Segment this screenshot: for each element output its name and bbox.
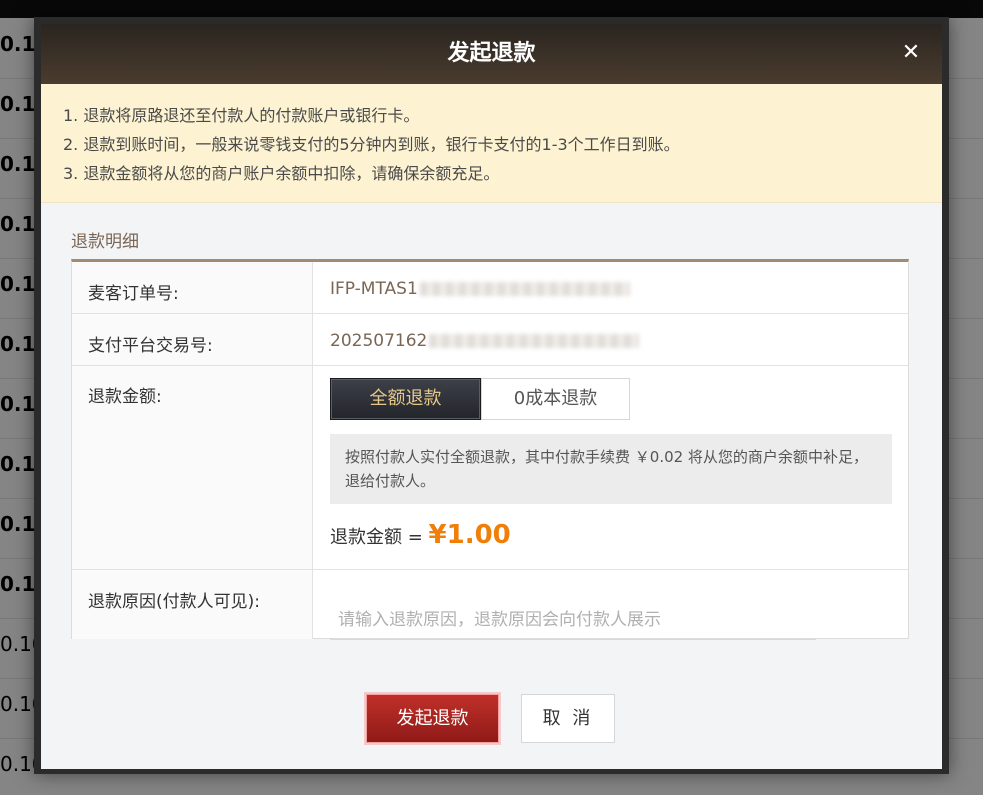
refund-amount-prefix: 退款金额 =	[330, 527, 429, 548]
refund-reason-input[interactable]	[330, 609, 816, 640]
dialog-title: 发起退款	[447, 41, 536, 66]
cancel-button[interactable]: 取 消	[521, 694, 615, 743]
row-divider	[72, 313, 908, 314]
refund-type-toggle: 全额退款 0成本退款	[330, 378, 630, 420]
order-number-label: 麦客订单号:	[88, 284, 179, 304]
refund-amount-label: 退款金额:	[88, 387, 162, 407]
close-icon[interactable]: ✕	[898, 40, 924, 66]
label-column	[72, 262, 312, 639]
notice-line: 3. 退款金额将从您的商户账户余额中扣除，请确保余额充足。	[63, 164, 500, 183]
refund-notice: 1. 退款将原路退还至付款人的付款账户或银行卡。 2. 退款到账时间，一般来说零…	[41, 84, 942, 203]
refund-amount-summary: 退款金额 = ¥1.00	[330, 520, 511, 550]
refund-reason-label: 退款原因(付款人可见):	[88, 592, 260, 612]
transaction-number-label: 支付平台交易号:	[88, 336, 213, 356]
column-divider	[312, 262, 313, 639]
refund-amount-value: ¥1.00	[428, 520, 511, 550]
refund-detail-table: 麦客订单号: IFP-MTAS1 支付平台交易号: 202507162 退款金额…	[71, 259, 909, 640]
order-number-value: IFP-MTAS1	[330, 279, 630, 299]
order-number-text: IFP-MTAS1	[330, 279, 418, 299]
transaction-number-text: 202507162	[330, 331, 428, 351]
redacted-text	[429, 334, 640, 348]
section-title: 退款明细	[71, 232, 139, 252]
refund-dialog: 发起退款 ✕ 1. 退款将原路退还至付款人的付款账户或银行卡。 2. 退款到账时…	[34, 17, 949, 774]
full-refund-button[interactable]: 全额退款	[330, 378, 481, 420]
zero-cost-refund-button[interactable]: 0成本退款	[481, 378, 630, 420]
notice-line: 1. 退款将原路退还至付款人的付款账户或银行卡。	[63, 106, 420, 125]
transaction-number-value: 202507162	[330, 331, 640, 351]
dialog-header: 发起退款 ✕	[41, 24, 942, 84]
row-divider	[72, 569, 908, 570]
notice-line: 2. 退款到账时间，一般来说零钱支付的5分钟内到账，银行卡支付的1-3个工作日到…	[63, 135, 680, 154]
refund-dialog-body: 发起退款 ✕ 1. 退款将原路退还至付款人的付款账户或银行卡。 2. 退款到账时…	[41, 24, 942, 769]
redacted-text	[419, 282, 630, 296]
row-divider	[72, 365, 908, 366]
refund-hint: 按照付款人实付全额退款，其中付款手续费 ￥0.02 将从您的商户余额中补足，退给…	[330, 434, 892, 504]
submit-refund-button[interactable]: 发起退款	[366, 694, 499, 743]
